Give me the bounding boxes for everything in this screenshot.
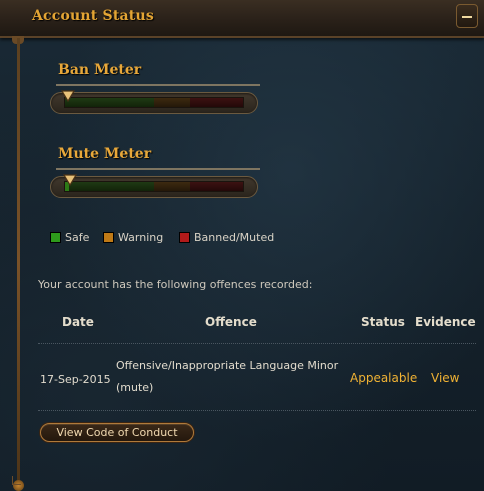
column-header-offence: Offence: [205, 315, 257, 329]
ban-meter: [50, 84, 260, 118]
banned-swatch: [179, 232, 190, 243]
column-header-evidence: Evidence: [415, 315, 476, 329]
banned-segment: [189, 182, 243, 191]
column-header-date: Date: [62, 315, 94, 329]
safe-swatch: [50, 232, 61, 243]
offence-date: 17-Sep-2015: [40, 373, 111, 386]
offence-description: Offensive/Inappropriate Language Minor: [116, 359, 339, 372]
meter-marker-icon: [61, 90, 75, 102]
panel-title: Account Status: [32, 8, 154, 24]
view-code-of-conduct-button[interactable]: View Code of Conduct: [40, 423, 194, 442]
legend-safe: Safe: [50, 231, 89, 244]
warning-swatch: [103, 232, 114, 243]
banned-segment: [189, 98, 243, 107]
header-divider: [38, 343, 476, 344]
collapse-button[interactable]: [456, 4, 478, 28]
account-status-panel: Account Status Ban Meter Mute Meter Safe…: [0, 0, 484, 491]
meter-rail: [56, 168, 260, 170]
meter-rail: [56, 84, 260, 86]
safe-segment: [65, 98, 154, 107]
view-evidence-link[interactable]: View: [431, 371, 459, 385]
legend-banned: Banned/Muted: [179, 231, 274, 244]
safe-segment: [65, 182, 154, 191]
warning-segment: [154, 98, 190, 107]
status-appealable-link[interactable]: Appealable: [350, 371, 417, 385]
legend-warning: Warning: [103, 231, 163, 244]
meter-marker-icon: [63, 174, 77, 186]
mute-meter: [50, 168, 260, 202]
meter-track: [64, 181, 244, 192]
offence-type: (mute): [116, 381, 154, 394]
mute-meter-label: Mute Meter: [58, 146, 152, 162]
ban-meter-label: Ban Meter: [58, 62, 142, 78]
row-divider: [38, 410, 476, 411]
title-bar: Account Status: [0, 0, 484, 38]
frame-corner: [12, 476, 21, 485]
legend-label: Banned/Muted: [194, 231, 275, 244]
offences-intro: Your account has the following offences …: [38, 278, 313, 291]
legend-label: Warning: [118, 231, 164, 244]
column-header-status: Status: [361, 315, 405, 329]
decorative-rail: [17, 38, 20, 486]
legend-label: Safe: [65, 231, 90, 244]
warning-segment: [154, 182, 190, 191]
meter-track: [64, 97, 244, 108]
